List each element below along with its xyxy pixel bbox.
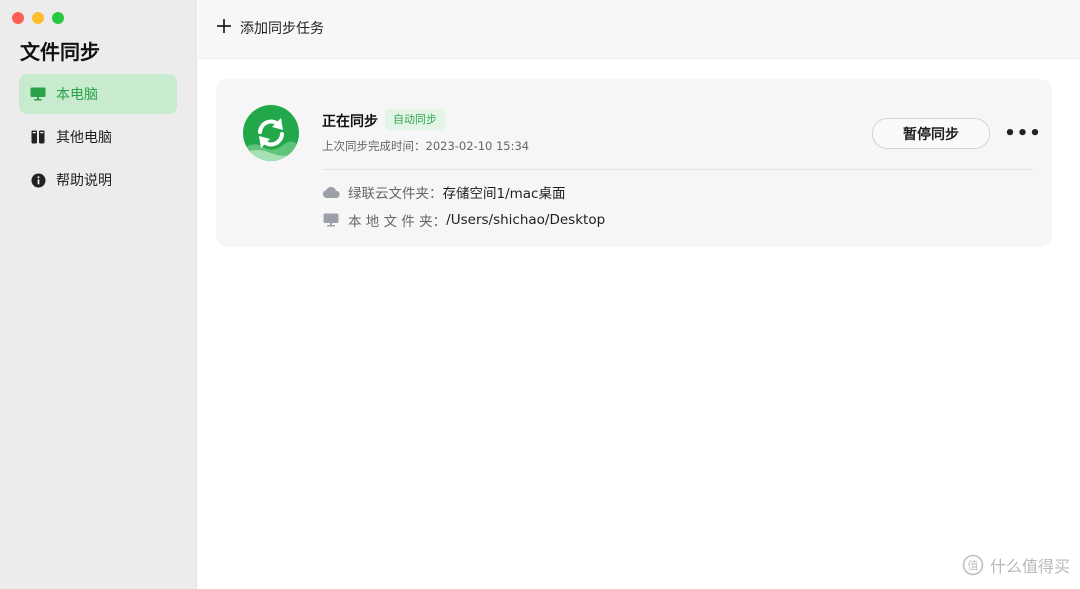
sync-status-title: 正在同步 [322, 114, 378, 130]
svg-text:值: 值 [967, 559, 978, 572]
sidebar: 文件同步 本电脑 其他电脑 帮助说明 [0, 0, 197, 589]
watermark: 值 什么值得买 [962, 553, 1070, 577]
toolbar: 添加同步任务 [198, 0, 1080, 59]
sync-task-card: 正在同步 自动同步 上次同步完成时间：2023-02-10 15:34 暂停同步… [216, 79, 1052, 247]
window-controls [12, 12, 64, 24]
info-icon [30, 172, 46, 188]
sidebar-item-this-computer[interactable]: 本电脑 [19, 74, 177, 114]
cloud-icon [322, 184, 340, 200]
more-options-icon[interactable]: ••• [1004, 123, 1041, 144]
add-sync-task-label: 添加同步任务 [240, 21, 324, 37]
local-folder-path: /Users/shichao/Desktop [446, 212, 606, 228]
pause-sync-button[interactable]: 暂停同步 [872, 118, 990, 149]
auto-sync-badge: 自动同步 [385, 109, 445, 130]
sidebar-item-label: 本电脑 [56, 87, 98, 103]
last-sync-time: 上次同步完成时间：2023-02-10 15:34 [322, 139, 530, 153]
monitor-icon [30, 86, 46, 102]
cloud-folder-path: 存储空间1/mac桌面 [442, 186, 566, 202]
sidebar-nav: 本电脑 其他电脑 帮助说明 [19, 74, 177, 203]
cloud-folder-row: 绿联云文件夹： 存储空间1/mac桌面 [322, 182, 565, 202]
sidebar-item-label: 帮助说明 [56, 173, 112, 189]
add-sync-task-button[interactable]: 添加同步任务 [216, 17, 324, 39]
close-window-button[interactable] [12, 12, 24, 24]
local-folder-label: 本 地 文 件 夹： [348, 214, 447, 230]
sidebar-item-help[interactable]: 帮助说明 [19, 160, 177, 200]
cloud-folder-label: 绿联云文件夹： [348, 186, 443, 202]
sidebar-item-label: 其他电脑 [56, 130, 112, 146]
minimize-window-button[interactable] [32, 12, 44, 24]
local-folder-row: 本 地 文 件 夹： /Users/shichao/Desktop [322, 210, 605, 230]
computers-icon [30, 129, 46, 145]
plus-icon [216, 17, 232, 39]
sidebar-item-other-computers[interactable]: 其他电脑 [19, 117, 177, 157]
maximize-window-button[interactable] [52, 12, 64, 24]
sync-status-icon [243, 105, 299, 161]
monitor-icon [322, 212, 340, 228]
watermark-logo-icon: 值 [962, 554, 984, 576]
app-title: 文件同步 [20, 40, 100, 64]
watermark-text: 什么值得买 [989, 557, 1070, 576]
divider [322, 169, 1033, 170]
